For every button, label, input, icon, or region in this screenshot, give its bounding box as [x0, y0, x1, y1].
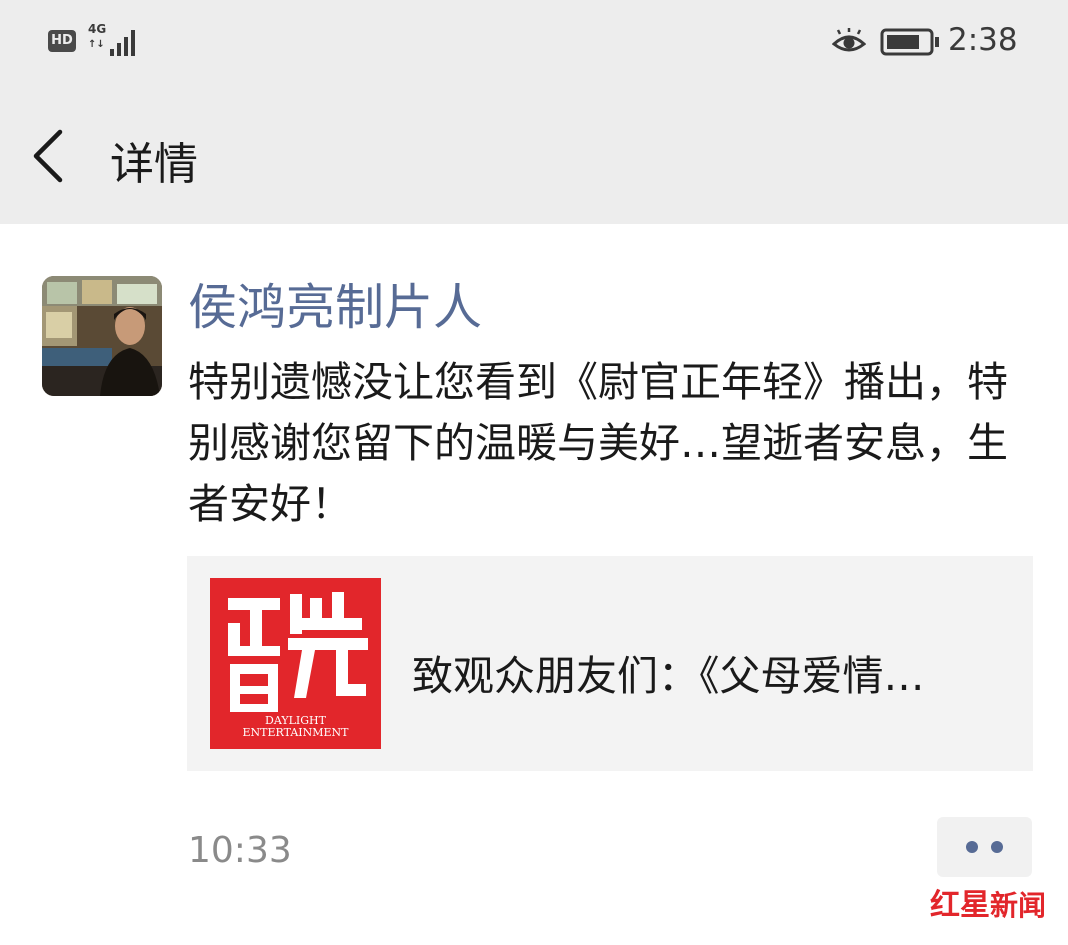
link-card[interactable]: DAYLIGHT ENTERTAINMENT 致观众朋友们：《父母爱情… — [187, 556, 1033, 771]
hd-badge: HD — [48, 30, 76, 52]
watermark-part-3: 新闻 — [990, 889, 1047, 922]
more-dot-icon — [966, 841, 978, 853]
daylight-entertainment-logo: DAYLIGHT ENTERTAINMENT — [210, 578, 381, 749]
signal-icon — [110, 28, 140, 56]
post-text: 特别遗憾没让您看到《尉官正年轻》播出，特别感谢您留下的温暖与美好…望逝者安息，生… — [188, 358, 1008, 528]
chevron-left-icon[interactable] — [30, 128, 70, 184]
post-timestamp: 10:33 — [188, 830, 292, 871]
avatar-image — [42, 276, 162, 396]
network-type-label: 4G — [88, 22, 107, 36]
watermark-part-1: 红 — [930, 888, 960, 923]
logo-text: DAYLIGHT ENTERTAINMENT — [210, 715, 381, 739]
author-name[interactable]: 侯鸿亮制片人 — [188, 268, 482, 339]
more-options-button[interactable] — [937, 817, 1032, 877]
battery-icon — [880, 28, 939, 56]
logo-mark-icon — [228, 592, 368, 712]
page-title: 详情 — [110, 139, 198, 190]
avatar[interactable] — [42, 276, 162, 396]
more-dot-icon — [991, 841, 1003, 853]
link-card-title: 致观众朋友们：《父母爱情… — [412, 652, 925, 700]
status-bar: HD 4G ↑↓ 2:38 — [0, 0, 1068, 82]
watermark-part-2: 星 — [960, 888, 990, 923]
logo-text-line2: ENTERTAINMENT — [242, 726, 349, 739]
data-activity-arrows: ↑↓ — [88, 39, 105, 50]
signal-indicator: 4G ↑↓ — [86, 22, 142, 56]
eye-icon — [832, 28, 866, 52]
watermark-logo: 红星新闻 — [930, 880, 1046, 924]
clock: 2:38 — [948, 22, 1018, 58]
